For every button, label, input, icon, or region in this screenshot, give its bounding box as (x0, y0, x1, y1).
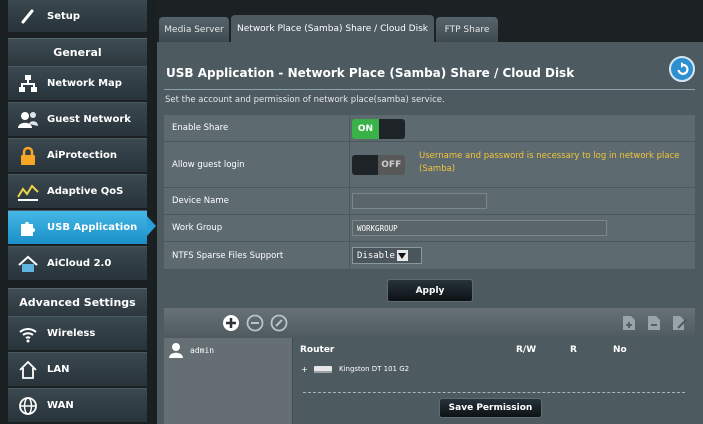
lock-icon (17, 145, 39, 167)
sidebar-item-label: Setup (47, 10, 81, 22)
sidebar-item-adaptive-qos[interactable]: Adaptive QoS (8, 174, 147, 208)
home-icon (17, 359, 39, 381)
work-group-label: Work Group (172, 223, 223, 233)
puzzle-icon (17, 217, 39, 239)
remove-user-icon[interactable] (246, 314, 264, 332)
network-map-icon (17, 73, 39, 95)
expand-icon[interactable]: + (301, 365, 309, 374)
sidebar-item-label: USB Application (47, 222, 138, 233)
wand-icon (17, 5, 39, 27)
permission-panel: admin Router R/W R No + Kingston DT 101 … (164, 308, 695, 424)
user-list: admin (164, 338, 293, 424)
device-name-input[interactable] (352, 193, 487, 209)
dropdown-caret-icon (396, 250, 408, 261)
add-folder-icon[interactable] (622, 315, 636, 331)
row-device-name: Device Name (164, 188, 695, 215)
router-label: Router (300, 345, 335, 355)
title-divider (164, 89, 695, 90)
sidebar-item-label: LAN (47, 364, 70, 375)
guest-login-label: Allow guest login (172, 159, 245, 170)
enable-share-toggle[interactable]: ON (352, 119, 405, 139)
row-ntfs-sparse: NTFS Sparse Files Support Disable (164, 242, 695, 270)
delete-folder-icon[interactable] (647, 315, 661, 331)
permission-toolbar (164, 308, 695, 338)
user-icon (169, 343, 183, 358)
active-item-pointer (147, 216, 156, 236)
device-name-label: Device Name (172, 196, 229, 206)
main-panel: USB Application - Network Place (Samba) … (157, 42, 703, 424)
sidebar-item-label: Guest Network (47, 114, 131, 125)
page-description: Set the account and permission of networ… (165, 95, 445, 105)
row-guest-login: Allow guest login OFF Username and passw… (164, 142, 695, 188)
edit-user-icon[interactable] (270, 314, 288, 332)
sidebar-item-lan[interactable]: LAN (8, 352, 147, 386)
sidebar-item-label: Network Map (47, 78, 122, 89)
page-title: USB Application - Network Place (Samba) … (166, 66, 575, 80)
sidebar-item-wireless[interactable]: Wireless (8, 316, 147, 350)
column-header-rw: R/W (516, 345, 537, 355)
add-user-icon[interactable] (222, 314, 240, 332)
row-work-group: Work Group WORKGROUP (164, 215, 695, 242)
sidebar-item-network-map[interactable]: Network Map (8, 66, 147, 100)
toggle-off-label: OFF (377, 155, 405, 175)
save-permission-button[interactable]: Save Permission (439, 398, 542, 418)
user-list-item[interactable]: admin (168, 342, 288, 358)
row-enable-share: Enable Share ON (164, 115, 695, 142)
tab-samba-share[interactable]: Network Place (Samba) Share / Cloud Disk (231, 15, 434, 42)
tab-ftp-share[interactable]: FTP Share (436, 17, 498, 42)
toggle-on-label: ON (352, 119, 379, 139)
enable-share-label: Enable Share (172, 123, 229, 133)
disk-tree-item[interactable]: + Kingston DT 101 G2 (301, 362, 409, 376)
list-divider (303, 392, 685, 393)
disk-name: Kingston DT 101 G2 (339, 365, 410, 373)
apply-button[interactable]: Apply (387, 279, 473, 302)
wifi-icon (17, 323, 39, 345)
sidebar-item-label: Adaptive QoS (47, 186, 124, 197)
sidebar-item-wan[interactable]: WAN (8, 388, 147, 422)
usb-disk-icon (314, 366, 332, 373)
sidebar-item-label: AiProtection (47, 150, 117, 161)
sidebar-item-usb-application[interactable]: USB Application (8, 210, 147, 244)
qos-icon (17, 181, 39, 203)
sidebar: Setup General Network Map Guest Network … (0, 0, 157, 424)
ntfs-sparse-value: Disable (357, 250, 395, 261)
sidebar-item-aiprotection[interactable]: AiProtection (8, 138, 147, 172)
tab-media-server[interactable]: Media Server (159, 17, 229, 42)
ntfs-sparse-select[interactable]: Disable (352, 247, 422, 264)
cloud-home-icon (17, 253, 39, 275)
section-header-general: General (8, 38, 147, 66)
sidebar-item-guest-network[interactable]: Guest Network (8, 102, 147, 136)
edit-folder-icon[interactable] (672, 315, 688, 331)
work-group-input[interactable]: WORKGROUP (352, 220, 607, 236)
folder-permission-list: Router R/W R No + Kingston DT 101 G2 Sav… (293, 338, 695, 424)
guest-login-note: Username and password is necessary to lo… (419, 151, 680, 174)
tab-bar: Media Server Network Place (Samba) Share… (157, 0, 703, 42)
sidebar-item-aicloud[interactable]: AiCloud 2.0 (8, 246, 147, 280)
sidebar-item-setup[interactable]: Setup (8, 0, 147, 32)
back-button[interactable] (669, 56, 695, 82)
globe-icon (17, 395, 39, 417)
guest-users-icon (17, 109, 39, 131)
user-name: admin (190, 345, 215, 355)
sidebar-item-label: Wireless (47, 328, 96, 339)
back-arrow-icon (677, 62, 689, 75)
guest-login-toggle[interactable]: OFF (352, 155, 405, 175)
sidebar-item-label: WAN (47, 400, 74, 411)
column-header-no: No (613, 345, 627, 355)
ntfs-sparse-label: NTFS Sparse Files Support (172, 250, 284, 261)
column-header-r: R (570, 345, 577, 355)
sidebar-item-label: AiCloud 2.0 (47, 258, 112, 269)
section-header-advanced: Advanced Settings (8, 288, 147, 316)
